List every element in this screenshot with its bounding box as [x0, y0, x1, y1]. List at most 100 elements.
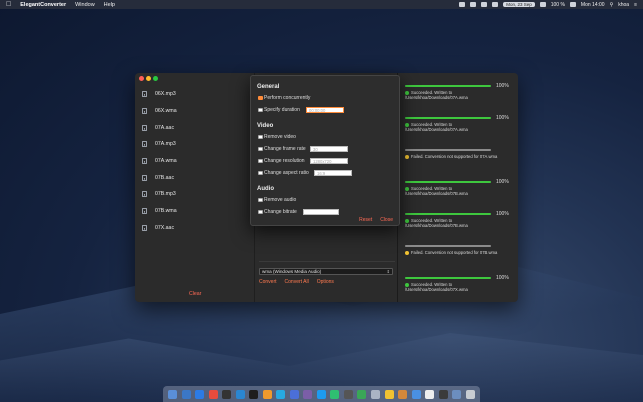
success-icon	[405, 218, 409, 223]
result-message: Succeeded. Written to /Users/khoa/Downlo…	[405, 122, 511, 132]
option-label: Change resolution	[264, 158, 305, 164]
specify-duration-checkbox[interactable]	[258, 107, 263, 113]
battery-level[interactable]: 100 %	[551, 2, 565, 8]
perform-concurrently-option[interactable]: Perform concurrently	[258, 95, 310, 101]
app-icon[interactable]	[357, 389, 367, 399]
status-icon[interactable]	[481, 2, 488, 7]
change-aspect-ratio-option[interactable]: Change aspect ratio	[258, 170, 309, 176]
file-list-item[interactable]: 07X.aac	[135, 220, 253, 237]
file-name: 07B.wma	[155, 208, 177, 215]
warning-icon	[405, 250, 409, 255]
options-button[interactable]: Options	[317, 279, 334, 285]
app-icon[interactable]	[276, 389, 286, 399]
file-list-item[interactable]: 06X.mp3	[135, 86, 253, 103]
file-icon	[142, 174, 147, 181]
clear-button[interactable]: Clear	[189, 291, 201, 297]
result-message-text: Succeeded. Written to /Users/khoa/Downlo…	[405, 90, 468, 100]
remove-audio-option[interactable]: Remove audio	[258, 197, 296, 203]
status-area: Mon, 23 Sep 100 % Mon 14:00 ⚲ khoa ≡	[459, 0, 637, 9]
change-bitrate-option[interactable]: Change bitrate	[258, 209, 297, 215]
aspect-ratio-field[interactable]: 16:9	[314, 170, 352, 176]
trash-icon[interactable]	[465, 389, 475, 399]
help-menu[interactable]: Help	[104, 2, 115, 8]
option-label: Change bitrate	[264, 209, 297, 215]
frame-rate-field[interactable]: 30	[310, 146, 348, 152]
progress-fill	[405, 277, 491, 279]
change-bitrate-checkbox[interactable]	[258, 209, 263, 215]
change-frame-rate-checkbox[interactable]	[258, 146, 263, 152]
format-select[interactable]: wma (Windows Media Audio) ⇕	[259, 268, 393, 275]
window-menu[interactable]: Window	[75, 2, 95, 8]
file-name: 07A.wma	[155, 158, 177, 165]
date-widget[interactable]: Mon, 23 Sep	[503, 2, 535, 7]
app-icon[interactable]	[289, 389, 299, 399]
file-name: 07A.aac	[155, 124, 175, 131]
close-window-button[interactable]	[139, 76, 144, 81]
safari-icon[interactable]	[195, 389, 205, 399]
file-list-item[interactable]: 07A.wma	[135, 153, 253, 170]
zoom-window-button[interactable]	[153, 76, 158, 81]
finder-icon[interactable]	[168, 389, 178, 399]
remove-video-option[interactable]: Remove video	[258, 134, 296, 140]
change-frame-rate-option[interactable]: Change frame rate	[258, 146, 306, 152]
perform-concurrently-checkbox[interactable]	[258, 95, 263, 101]
sublime-icon[interactable]	[262, 389, 272, 399]
reset-button[interactable]: Reset	[359, 217, 372, 223]
resolution-field[interactable]: 1280x720	[310, 158, 348, 164]
apple-menu-icon[interactable]: 	[6, 1, 11, 8]
terminal-icon[interactable]	[222, 389, 232, 399]
app-icon[interactable]	[343, 389, 353, 399]
file-list-item[interactable]: 07B.aac	[135, 169, 253, 186]
user-menu[interactable]: khoa	[618, 2, 629, 8]
clock[interactable]: Mon 14:00	[581, 2, 605, 8]
app-icon[interactable]	[370, 389, 380, 399]
change-aspect-ratio-checkbox[interactable]	[258, 170, 263, 176]
app-icon[interactable]	[330, 389, 340, 399]
notification-center-icon[interactable]: ≡	[634, 2, 637, 8]
app-icon[interactable]	[438, 389, 448, 399]
result-row: 100% Succeeded. Written to /Users/khoa/Do…	[402, 273, 514, 302]
close-button[interactable]: Close	[380, 217, 393, 223]
remove-video-checkbox[interactable]	[258, 134, 263, 140]
result-message-text: Succeeded. Written to /Users/khoa/Downlo…	[405, 282, 468, 292]
file-list-item[interactable]: 07B.mp3	[135, 186, 253, 203]
app-icon[interactable]	[249, 389, 259, 399]
app-icon[interactable]	[181, 389, 191, 399]
app-icon[interactable]	[316, 389, 326, 399]
specify-duration-option[interactable]: Specify duration	[258, 107, 300, 113]
status-icon[interactable]	[470, 2, 477, 7]
app-icon[interactable]	[384, 389, 394, 399]
chrome-icon[interactable]	[208, 389, 218, 399]
action-bar: Convert Convert All Options	[259, 279, 334, 285]
duration-field[interactable]: 00:00:00	[306, 107, 344, 113]
app-menu[interactable]: ElegantConverter	[20, 2, 66, 8]
convert-button[interactable]: Convert	[259, 279, 277, 285]
status-icon[interactable]	[459, 2, 466, 7]
file-list-item[interactable]: 07A.mp3	[135, 136, 253, 153]
convert-all-button[interactable]: Convert All	[285, 279, 309, 285]
battery-icon[interactable]	[569, 2, 576, 7]
result-message-text: Succeeded. Written to /Users/khoa/Downlo…	[405, 218, 468, 228]
file-name: 07B.aac	[155, 174, 175, 181]
spotlight-icon[interactable]: ⚲	[610, 2, 614, 8]
progress-percent: 100%	[496, 211, 509, 217]
status-icon[interactable]	[492, 2, 499, 7]
progress-percent: 100%	[496, 275, 509, 281]
file-list-item[interactable]: 06X.wma	[135, 103, 253, 120]
minimize-window-button[interactable]	[146, 76, 151, 81]
app-icon[interactable]	[303, 389, 313, 399]
bitrate-field[interactable]	[303, 209, 339, 215]
wifi-icon[interactable]	[539, 2, 546, 7]
app-icon[interactable]	[398, 389, 408, 399]
vscode-icon[interactable]	[235, 389, 245, 399]
app-icon[interactable]	[411, 389, 421, 399]
change-resolution-checkbox[interactable]	[258, 158, 263, 164]
app-icon[interactable]	[425, 389, 435, 399]
file-list-item[interactable]: 07A.aac	[135, 119, 253, 136]
downloads-icon[interactable]	[452, 389, 462, 399]
result-message: Succeeded. Written to /Users/khoa/Downlo…	[405, 218, 511, 228]
change-resolution-option[interactable]: Change resolution	[258, 158, 305, 164]
result-message: Succeeded. Written to /Users/khoa/Downlo…	[405, 282, 511, 292]
file-list-item[interactable]: 07B.wma	[135, 203, 253, 220]
remove-audio-checkbox[interactable]	[258, 197, 263, 203]
